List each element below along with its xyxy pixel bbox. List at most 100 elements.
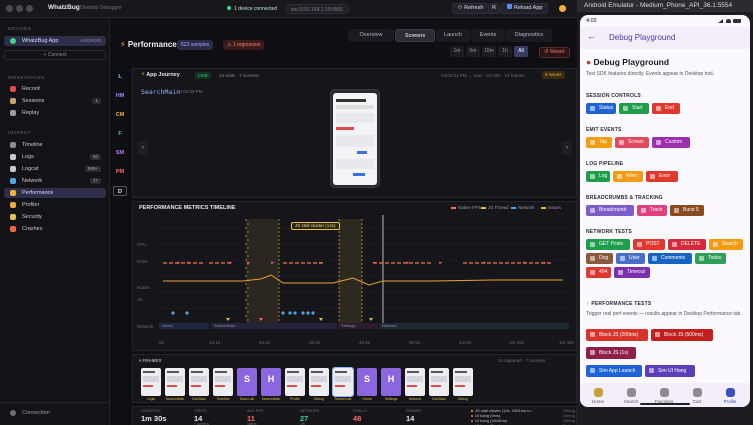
rail-item-pm[interactable]: PM (113, 167, 127, 177)
dog-button[interactable]: Dog (586, 253, 613, 264)
issue-marker[interactable] (369, 318, 373, 321)
sim-app-launch-button[interactable]: Sim App Launch (586, 365, 642, 377)
error-button[interactable]: Error (646, 171, 678, 182)
connection-settings[interactable]: Connection (4, 408, 106, 418)
tab-diagnostics[interactable]: Diagnostics (506, 29, 552, 42)
frame-thumb[interactable] (332, 367, 354, 397)
fps-drop-mark[interactable] (319, 262, 322, 264)
fps-drop-mark[interactable] (177, 262, 180, 264)
stall-region[interactable] (339, 219, 362, 323)
range-1h[interactable]: 1h (498, 46, 512, 57)
issue-marker[interactable] (319, 318, 323, 321)
sidebar-item-performance[interactable]: Performance (4, 188, 106, 198)
timeline-chart[interactable] (133, 215, 578, 351)
refresh-button[interactable]: ⟳ Refresh (452, 3, 490, 14)
fps-drop-mark[interactable] (229, 262, 232, 264)
search-button[interactable]: Search (709, 239, 743, 250)
frame-thumb[interactable] (165, 368, 185, 396)
fps-drop-mark[interactable] (373, 262, 376, 264)
nav-favorites[interactable]: Favorites (649, 388, 679, 404)
range-5m[interactable]: 5m (466, 46, 480, 57)
breadcrumb-button[interactable]: Breadcrumb (586, 205, 634, 216)
track-button[interactable]: Track (637, 205, 667, 216)
network-point[interactable] (306, 311, 310, 315)
post-button[interactable]: POST (633, 239, 665, 250)
frame-thumb[interactable] (189, 368, 209, 396)
frame-thumb[interactable] (213, 368, 233, 396)
status-button[interactable]: Status (586, 103, 616, 114)
sidebar-item-network[interactable]: Network 27 (4, 176, 106, 186)
frame-thumb[interactable]: S (357, 368, 377, 396)
network-point[interactable] (293, 311, 297, 315)
fps-drop-mark[interactable] (187, 262, 190, 264)
js-thread-series[interactable] (163, 274, 563, 286)
reset-button[interactable]: ↺ Reset (539, 47, 570, 58)
range-1m[interactable]: 1m (450, 46, 464, 57)
tap-button[interactable]: Tap (586, 137, 612, 148)
legend-issues[interactable]: Issues (541, 205, 561, 210)
nav-search[interactable]: Search (616, 388, 646, 404)
custom-button[interactable]: Custom (652, 137, 690, 148)
frame-thumb[interactable]: H (381, 368, 401, 396)
connect-button[interactable]: + Connect (4, 50, 106, 60)
screen-segment[interactable]: Settings (338, 323, 378, 329)
sidebar-item-logs[interactable]: Logs 50 (4, 152, 106, 162)
sidebar-item-logcat[interactable]: Logcat 999+ (4, 164, 106, 174)
prev-frame-button[interactable]: ‹ (138, 141, 148, 155)
warn-button[interactable]: Warn (613, 171, 643, 182)
network-point[interactable] (185, 311, 189, 315)
rail-item-cm[interactable]: CM (113, 110, 127, 120)
comments-button[interactable]: Comments (648, 253, 692, 264)
legend-js-thread[interactable]: JS Thread (481, 205, 509, 210)
range-all[interactable]: All (514, 46, 528, 57)
rail-item-sm[interactable]: SM (113, 148, 127, 158)
get-posts-button[interactable]: GET Posts (586, 239, 630, 250)
sidebar-item-profiler[interactable]: Profiler (4, 200, 106, 210)
fps-drop-mark[interactable] (483, 262, 486, 264)
block-js-500ms-button[interactable]: Block JS (500ms) (651, 329, 713, 341)
screen-preview[interactable] (330, 89, 380, 188)
block-js-200ms-button[interactable]: Block JS (200ms) (586, 329, 648, 341)
sidebar-item-sessions[interactable]: Sessions 1 (4, 96, 106, 106)
delete-button[interactable]: DELETE (668, 239, 706, 250)
sidebar-item-replay[interactable]: Replay (4, 108, 106, 118)
todos-button[interactable]: Todos (695, 253, 726, 264)
nav-cart[interactable]: Cart (682, 388, 712, 404)
range-15m[interactable]: 15m (482, 46, 496, 57)
404-button[interactable]: 404 (586, 267, 611, 278)
fps-drop-mark[interactable] (406, 262, 409, 264)
tab-events[interactable]: Events (471, 29, 505, 42)
fps-drop-mark[interactable] (523, 262, 526, 264)
sidebar-item-record[interactable]: Record (4, 84, 106, 94)
sidebar-item-security[interactable]: Security (4, 212, 106, 222)
device-item[interactable]: WhatzBug App ANDROID (4, 36, 106, 46)
back-arrow-icon[interactable]: ← (587, 31, 596, 41)
network-point[interactable] (288, 311, 292, 315)
close-window-icon[interactable] (6, 5, 13, 12)
network-point[interactable] (301, 311, 305, 315)
rail-item-l[interactable]: L (113, 72, 127, 82)
network-point[interactable] (281, 311, 285, 315)
fps-drop-mark[interactable] (439, 262, 442, 264)
nav-profile[interactable]: Profile (715, 388, 745, 404)
maximize-window-icon[interactable] (26, 5, 33, 12)
sim-ui-hang-button[interactable]: Sim UI Hang (645, 365, 695, 377)
block-js-1s-button[interactable]: Block JS (1s) (586, 347, 636, 359)
minimize-window-icon[interactable] (16, 5, 23, 12)
frame-thumb[interactable] (309, 368, 329, 396)
screen-segment[interactable]: Home (159, 323, 209, 329)
network-point[interactable] (311, 311, 315, 315)
end-button[interactable]: End (652, 103, 680, 114)
screen-segment[interactable]: SearchMain (211, 323, 337, 329)
stall-region[interactable] (246, 219, 279, 323)
fps-drop-mark[interactable] (247, 262, 250, 264)
frame-thumb[interactable] (453, 368, 473, 396)
log-button[interactable]: Log (586, 171, 610, 182)
reload-app-button[interactable]: Reload App (501, 3, 549, 14)
screen-segment[interactable]: Network (379, 323, 569, 329)
rail-item-hm[interactable]: HM (113, 91, 127, 101)
sidebar-item-timeline[interactable]: Timeline (4, 140, 106, 150)
user-button[interactable]: User (616, 253, 645, 264)
tab-overview[interactable]: Overview (348, 29, 394, 42)
frame-thumb[interactable]: H (261, 368, 281, 396)
